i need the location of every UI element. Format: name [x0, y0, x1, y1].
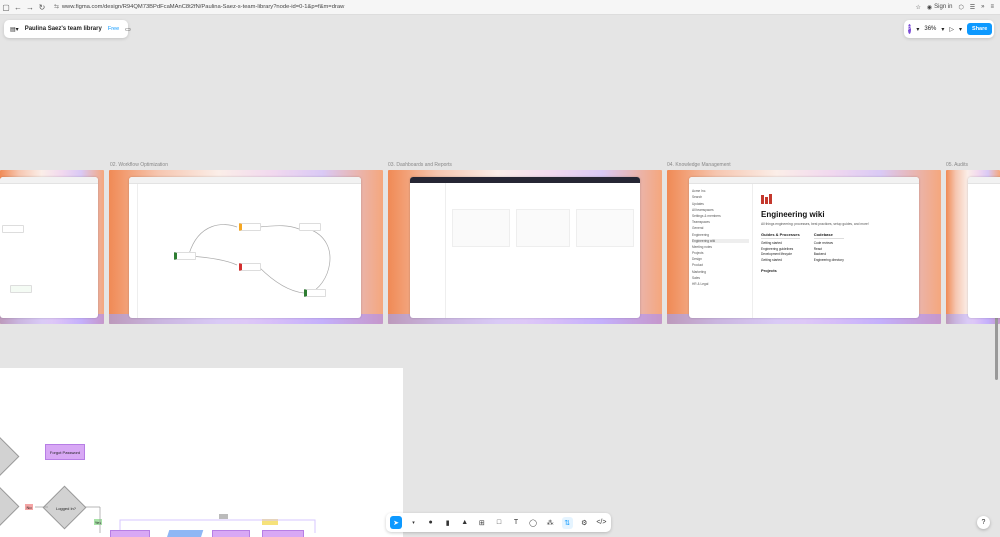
comment-icon[interactable]: ◯	[528, 517, 539, 529]
chevron-down-icon[interactable]: ▾	[916, 26, 919, 33]
frame-icon[interactable]: ⊞	[476, 517, 487, 529]
profile-icon: ◉	[926, 4, 933, 11]
frame-screenshot	[410, 177, 640, 318]
projects-heading: Projects	[761, 268, 777, 274]
text-icon[interactable]: T	[510, 517, 521, 529]
main-menu-icon[interactable]: ▤▾	[10, 26, 19, 33]
chevron-down-icon[interactable]: ▾	[408, 517, 419, 529]
frame-label-knowledge[interactable]: 04. Knowledge Management	[667, 162, 731, 168]
browser-toolbar: ▢ ← → ↻ ⇆ www.figma.com/design/R94QM73BPd…	[0, 0, 1000, 15]
present-icon[interactable]: ▷	[949, 26, 954, 33]
layout-toggle-icon[interactable]: ▭	[125, 26, 131, 33]
avatar[interactable]: P	[908, 24, 912, 34]
frame-screenshot	[0, 177, 98, 318]
right-controls-panel: P ▾ 36% ▾ ▷ ▾ Share	[904, 20, 994, 38]
chevron-down-icon[interactable]: ▾	[941, 26, 944, 33]
frame-knowledge-management[interactable]: Acme Inc. Search Updates All teamspaces …	[667, 170, 941, 324]
bottom-toolbar: ➤ ▾ ● ▮ ▲ ⊞ □ T ◯ ⁂ ⇅ ⚙ </>	[386, 513, 611, 532]
frame-audits[interactable]	[946, 170, 1000, 324]
site-settings-icon[interactable]: ⇆	[54, 4, 59, 10]
marker-icon[interactable]: ●	[425, 517, 436, 529]
help-button[interactable]: ?	[977, 516, 990, 529]
file-title-panel: ▤▾ Paulina Saez's team library Free ▭	[4, 20, 131, 38]
url-text: www.figma.com/design/R94QM73BPdFcaMAnC8t…	[61, 4, 345, 10]
plan-badge[interactable]: Free	[108, 26, 119, 32]
cursor-icon[interactable]: ➤	[390, 516, 402, 529]
pen-icon[interactable]: ▲	[459, 517, 470, 529]
frame-label-audits[interactable]: 05. Audits	[946, 162, 968, 168]
books-icon	[761, 194, 775, 204]
wiki-subtitle: All things engineering: processes, best …	[761, 222, 869, 226]
frame-label-workflow[interactable]: 02. Workflow Optimization	[110, 162, 168, 168]
wiki-content: Engineering wiki All things engineering:…	[761, 184, 915, 318]
team-library-name[interactable]: Paulina Saez's team library	[25, 26, 102, 32]
reload-icon[interactable]: ↻	[36, 1, 48, 13]
forward-icon[interactable]: →	[24, 1, 36, 13]
wiki-title: Engineering wiki	[761, 210, 825, 219]
chevron-down-icon[interactable]: ▾	[959, 26, 962, 33]
dev-mode-icon[interactable]: ⇅	[561, 516, 573, 529]
address-bar[interactable]: ⇆ www.figma.com/design/R94QM73BPdFcaMAnC8…	[54, 4, 916, 10]
shape-icon[interactable]: □	[493, 517, 504, 529]
frame-previous[interactable]	[0, 170, 104, 324]
reader-icon[interactable]: ☰	[970, 4, 975, 11]
more-icon[interactable]: »	[981, 4, 984, 10]
highlighter-icon[interactable]: ▮	[442, 517, 453, 529]
settings-icon[interactable]: ⚙	[579, 517, 590, 529]
components-icon[interactable]: ⁂	[545, 517, 556, 529]
guides-heading: Guides & Processes	[761, 232, 800, 239]
share-button[interactable]: Share	[967, 23, 993, 35]
frame-dashboards-reports[interactable]	[388, 170, 662, 324]
frame-screenshot	[968, 177, 1000, 318]
code-icon[interactable]: </>	[596, 517, 607, 529]
codebase-heading: Codebase	[813, 232, 844, 239]
menu-icon[interactable]: ≡	[990, 4, 994, 10]
frame-workflow-optimization[interactable]	[109, 170, 383, 324]
frame-label-dashboards[interactable]: 03. Dashboards and Reports	[388, 162, 452, 168]
sidebar-toggle-icon[interactable]: ▢	[0, 1, 12, 13]
frame-screenshot	[129, 177, 361, 318]
zoom-level[interactable]: 36%	[924, 26, 936, 32]
flowchart-frame[interactable]: Forgot Password Logged In? No Yes	[0, 368, 403, 537]
extensions-icon[interactable]: ⬡	[959, 4, 964, 11]
back-icon[interactable]: ←	[12, 1, 24, 13]
wiki-sidebar: Acme Inc. Search Updates All teamspaces …	[689, 184, 753, 318]
frame-screenshot: Acme Inc. Search Updates All teamspaces …	[689, 177, 919, 318]
sign-in-button[interactable]: ◉ Sign in	[927, 4, 953, 11]
bookmark-star-icon[interactable]: ☆	[916, 4, 921, 11]
